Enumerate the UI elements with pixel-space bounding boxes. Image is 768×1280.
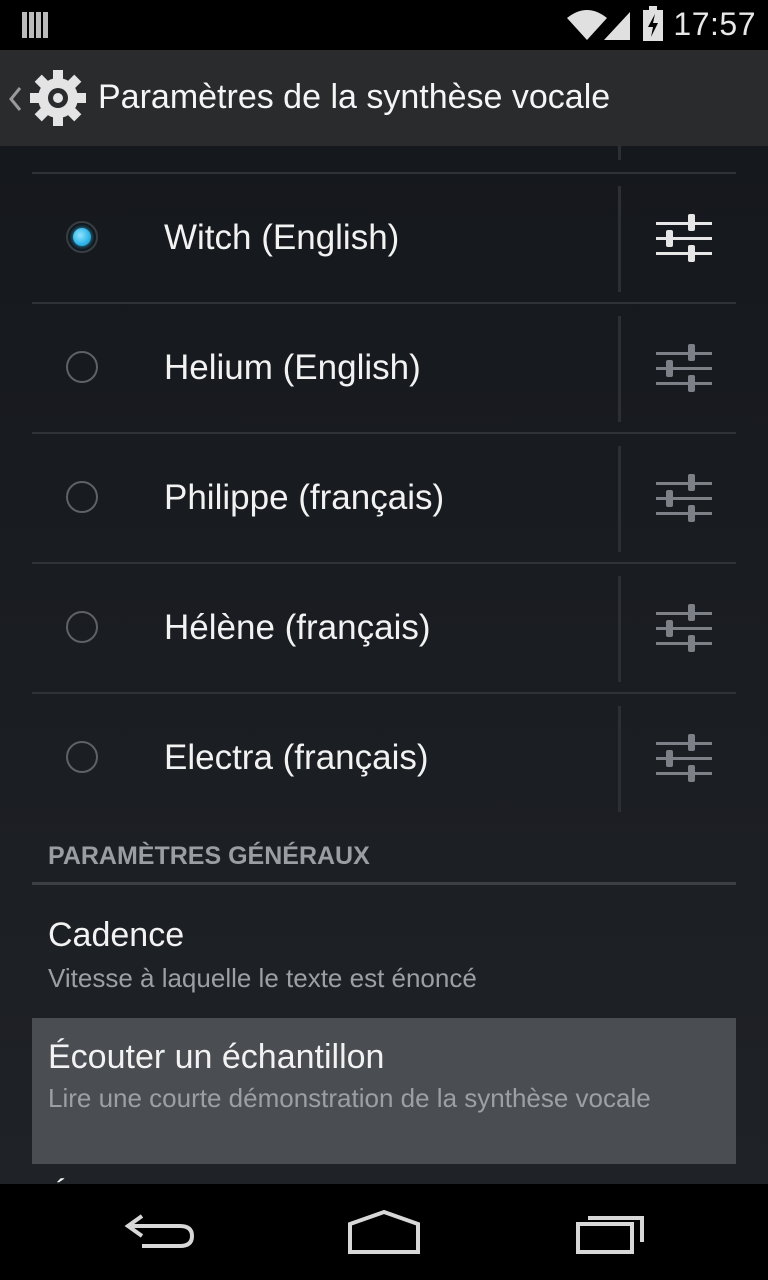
preference-summary: Vitesse à laquelle le texte est énoncé <box>48 963 477 993</box>
engine-radio[interactable] <box>66 481 98 513</box>
engine-row-helium[interactable]: Helium (English) <box>32 302 736 434</box>
engine-label: Witch (English) <box>164 218 400 257</box>
engine-label: Helium (English) <box>164 348 421 387</box>
settings-list[interactable]: Witch (English) Helium (English) Philipp… <box>0 146 768 1184</box>
engine-row-witch[interactable]: Witch (English) <box>32 172 736 304</box>
sliders-icon[interactable] <box>656 474 712 524</box>
navigation-bar <box>0 1184 768 1280</box>
sliders-icon[interactable] <box>656 214 712 264</box>
engine-label: Philippe (français) <box>164 478 445 517</box>
status-bar: 17:57 <box>0 0 768 50</box>
engine-label: Hélène (français) <box>164 608 431 647</box>
list-divider <box>618 576 621 682</box>
home-icon[interactable] <box>344 1206 424 1256</box>
list-divider <box>618 706 621 812</box>
list-divider <box>618 186 621 292</box>
engine-radio[interactable] <box>66 351 98 383</box>
next-preference[interactable]: É <box>32 1170 736 1184</box>
page-title: Paramètres de la synthèse vocale <box>98 78 611 116</box>
engine-row-philippe[interactable]: Philippe (français) <box>32 432 736 564</box>
sliders-icon[interactable] <box>656 604 712 654</box>
signal-icon <box>604 12 630 40</box>
action-bar: Paramètres de la synthèse vocale <box>0 50 768 148</box>
section-divider <box>32 882 736 885</box>
clock: 17:57 <box>673 6 756 42</box>
preference-summary: Lire une courte démonstration de la synt… <box>48 1083 651 1113</box>
battery-icon <box>643 6 663 41</box>
engine-radio-selected[interactable] <box>66 221 98 253</box>
back-icon[interactable] <box>122 1206 202 1256</box>
list-divider <box>618 146 621 160</box>
up-button[interactable] <box>0 50 90 146</box>
preference-title: Écouter un échantillon <box>48 1038 385 1076</box>
section-header: PARAMÈTRES GÉNÉRAUX <box>48 842 370 870</box>
preference-title: Cadence <box>48 916 185 954</box>
list-divider <box>618 446 621 552</box>
sliders-icon[interactable] <box>656 734 712 784</box>
engine-radio[interactable] <box>66 611 98 643</box>
engine-row-helene[interactable]: Hélène (français) <box>32 562 736 694</box>
gear-icon <box>30 70 86 126</box>
engine-row-electra[interactable]: Electra (français) <box>32 692 736 824</box>
cadence-preference[interactable]: Cadence Vitesse à laquelle le texte est … <box>32 886 736 1014</box>
list-divider <box>618 316 621 422</box>
engine-label: Electra (français) <box>164 738 429 777</box>
recents-icon[interactable] <box>572 1206 652 1256</box>
engine-radio[interactable] <box>66 741 98 773</box>
notification-icon <box>22 12 48 38</box>
sliders-icon[interactable] <box>656 344 712 394</box>
listen-sample-preference[interactable]: Écouter un échantillon Lire une courte d… <box>32 1018 736 1164</box>
chevron-left-icon <box>9 87 22 111</box>
